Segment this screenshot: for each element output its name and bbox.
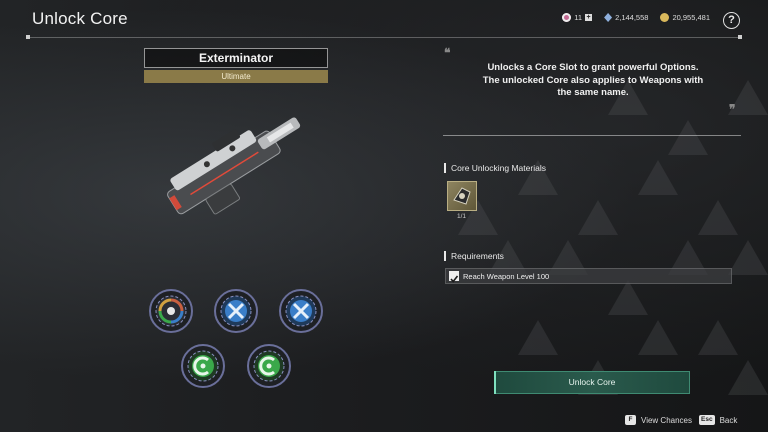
back-hint[interactable]: Esc Back: [699, 415, 737, 425]
material-count: 1/1: [457, 213, 467, 220]
currency-crystal: 2,144,558: [604, 13, 648, 22]
key-esc-icon: Esc: [699, 415, 715, 425]
help-button[interactable]: ?: [723, 12, 740, 29]
core-slot-3[interactable]: [278, 288, 324, 334]
currency-gems-value: 11: [574, 13, 583, 22]
close-quote-icon: ❞: [729, 102, 736, 116]
core-description: Unlocks a Core Slot to grant powerful Op…: [448, 62, 738, 100]
weapon-rarity-badge: Ultimate: [144, 70, 328, 83]
core-slot-1[interactable]: [148, 288, 194, 334]
description-line: The unlocked Core also applies to Weapon…: [482, 74, 704, 86]
currency-gold: 20,955,481: [660, 13, 710, 22]
top-bar: Unlock Core 11 + 2,144,558 20,955,481 ?: [0, 0, 768, 40]
requirements-title: Requirements: [444, 251, 504, 261]
blue-crystal-icon: [604, 13, 613, 22]
description-line: Unlocks a Core Slot to grant powerful Op…: [487, 62, 699, 73]
unlock-core-button[interactable]: Unlock Core: [494, 371, 690, 394]
currency-bar: 11 + 2,144,558 20,955,481: [556, 13, 710, 22]
gold-coin-icon: [660, 13, 670, 22]
core-slot-5[interactable]: [246, 343, 292, 389]
requirement-text: Reach Weapon Level 100: [463, 271, 550, 281]
material-slot[interactable]: [447, 181, 477, 211]
core-material-icon: [453, 187, 471, 205]
currency-crystal-value: 2,144,558: [615, 13, 649, 22]
currency-gold-value: 20,955,481: [672, 13, 710, 22]
currency-gems[interactable]: 11 +: [562, 13, 593, 22]
core-slot-2[interactable]: [213, 288, 259, 334]
requirement-row: Reach Weapon Level 100: [445, 268, 732, 284]
weapon-name: Exterminator: [144, 48, 328, 68]
bottom-hint-bar: F View Chances Esc Back: [0, 410, 768, 432]
page-title: Unlock Core: [32, 9, 128, 28]
open-quote-icon: ❝: [444, 46, 451, 60]
materials-title: Core Unlocking Materials: [444, 163, 546, 173]
key-f-icon: F: [625, 415, 636, 425]
corner-marker: [738, 35, 742, 39]
section-divider: [443, 135, 741, 136]
view-chances-label: View Chances: [641, 415, 692, 425]
description-line: the same name.: [557, 87, 629, 98]
checkmark-icon: [449, 271, 459, 283]
corner-marker: [26, 35, 30, 39]
header-divider: [26, 37, 742, 38]
core-slot-4[interactable]: [180, 343, 226, 389]
back-label: Back: [719, 415, 738, 425]
add-currency-button[interactable]: +: [585, 14, 593, 21]
view-chances-hint[interactable]: F View Chances: [625, 415, 692, 425]
weapon-image: [167, 117, 301, 215]
pink-gem-icon: [562, 13, 572, 22]
